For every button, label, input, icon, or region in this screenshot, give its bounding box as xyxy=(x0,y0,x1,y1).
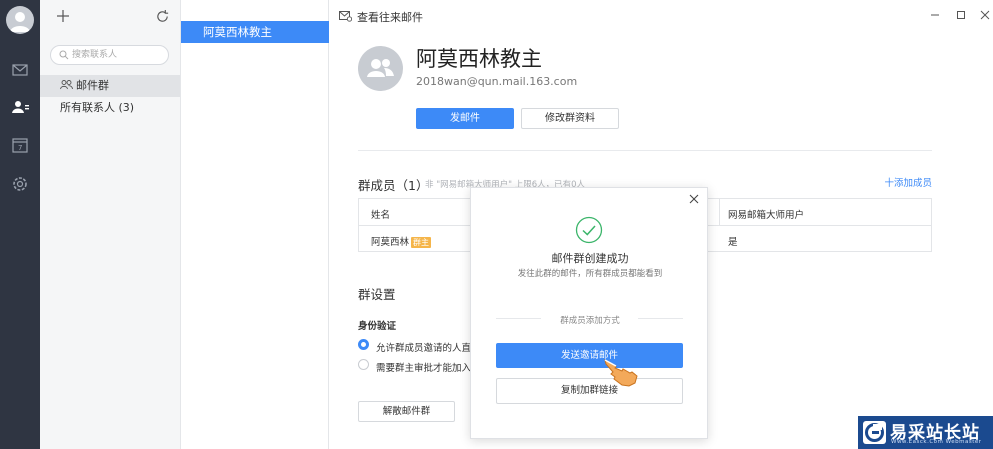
mail-history-icon xyxy=(339,10,353,22)
add-member-link[interactable]: 十添加成员 xyxy=(884,175,932,189)
verify-title: 身份验证 xyxy=(358,321,397,332)
success-check-icon xyxy=(575,216,603,244)
nav-item-all-contacts[interactable]: 所有联系人 (3) xyxy=(40,97,180,119)
watermark: 易采站长站 Www.Easck.Com Webmaster xyxy=(858,416,993,449)
maximize-icon[interactable] xyxy=(955,9,967,21)
nav-item-label: 所有联系人 (3) xyxy=(60,101,135,114)
contacts-panel: 邮件群 所有联系人 (3) xyxy=(40,0,181,449)
list-item[interactable]: 阿莫西林教主 xyxy=(181,21,329,43)
mail-icon[interactable] xyxy=(10,60,30,80)
search-box[interactable] xyxy=(50,45,169,65)
close-icon[interactable] xyxy=(689,194,699,204)
column-header-user: 网易邮箱大师用户 xyxy=(728,210,805,221)
group-list: 阿莫西林教主 xyxy=(181,0,329,449)
group-avatar xyxy=(358,46,403,91)
contacts-icon[interactable] xyxy=(10,97,30,117)
nav-item-mail-groups[interactable]: 邮件群 xyxy=(40,75,180,97)
dialog-title: 邮件群创建成功 xyxy=(551,252,629,265)
dialog-subtitle: 发往此群的邮件，所有群成员都能看到 xyxy=(517,269,663,279)
success-dialog: 邮件群创建成功 发往此群的邮件，所有群成员都能看到 群成员添加方式 发送邀请邮件… xyxy=(470,187,708,439)
owner-badge: 群主 xyxy=(411,237,432,248)
divider xyxy=(358,150,932,151)
hand-pointer-icon xyxy=(602,357,640,389)
send-mail-button[interactable]: 发邮件 xyxy=(416,108,514,129)
app-rail: 7 xyxy=(0,0,40,449)
avatar[interactable] xyxy=(6,6,34,34)
view-mail-history-link[interactable]: 查看往来邮件 xyxy=(357,9,423,25)
group-icon xyxy=(60,76,73,90)
watermark-url: Www.Easck.Com Webmaster xyxy=(891,439,982,445)
table-row: 阿莫西林 群主 xyxy=(371,234,432,248)
member-name: 阿莫西林 xyxy=(371,237,410,248)
column-separator xyxy=(719,199,720,225)
group-email: 2018wan@qun.mail.163.com xyxy=(416,75,578,88)
send-invite-button[interactable]: 发送邀请邮件 xyxy=(496,343,683,368)
group-name: 阿莫西林教主 xyxy=(416,47,542,71)
radio-require-approval[interactable] xyxy=(358,359,369,370)
settings-title: 群设置 xyxy=(358,287,396,302)
column-header-name: 姓名 xyxy=(371,210,391,221)
radio-label: 需要群主审批才能加入此 xyxy=(376,363,481,374)
svg-text:7: 7 xyxy=(18,144,22,152)
radio-label: 允许群成员邀请的人直接 xyxy=(376,343,481,354)
refresh-icon[interactable] xyxy=(155,9,170,24)
radio-allow-invite[interactable] xyxy=(358,339,369,350)
dissolve-group-button[interactable]: 解散邮件群 xyxy=(358,401,455,422)
copy-link-button[interactable]: 复制加群链接 xyxy=(496,378,683,404)
members-title: 群成员（1） xyxy=(358,178,429,193)
minimize-icon[interactable] xyxy=(929,9,941,21)
calendar-icon[interactable]: 7 xyxy=(10,135,30,155)
member-user-flag: 是 xyxy=(728,237,738,248)
close-icon[interactable] xyxy=(979,9,991,21)
search-icon xyxy=(59,50,69,60)
dialog-section-label: 群成员添加方式 xyxy=(560,316,620,326)
search-input[interactable] xyxy=(72,48,164,62)
nav-item-label: 邮件群 xyxy=(76,79,109,92)
watermark-logo-icon xyxy=(863,421,886,444)
settings-icon[interactable] xyxy=(10,174,30,194)
edit-group-button[interactable]: 修改群资料 xyxy=(521,108,619,129)
add-icon[interactable] xyxy=(55,8,71,24)
